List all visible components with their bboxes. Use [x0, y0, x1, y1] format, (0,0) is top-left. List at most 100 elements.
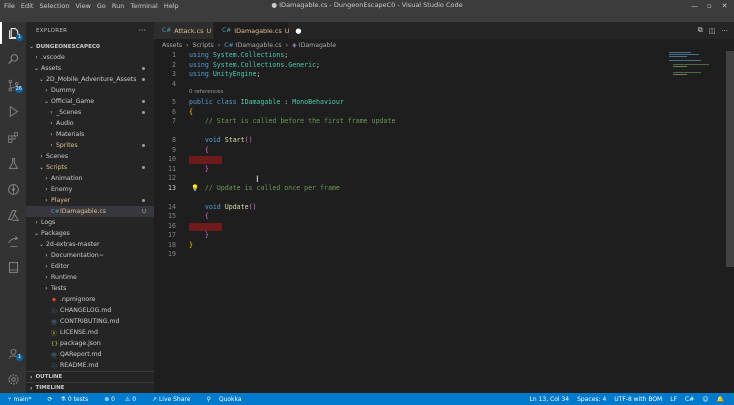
- code-line[interactable]: void Update(): [189, 203, 257, 213]
- tree-folder[interactable]: › Dummy: [26, 85, 154, 96]
- cursor-position[interactable]: Ln 13, Col 34: [530, 396, 570, 403]
- live-share-icon[interactable]: [0, 230, 26, 252]
- problems-item[interactable]: ⊗ 0 ⚠ 0: [104, 396, 144, 403]
- more-actions-icon[interactable]: ···: [721, 27, 728, 35]
- tree-folder[interactable]: ⌄ Scripts: [26, 162, 154, 173]
- code-line[interactable]: using UnityEngine;: [189, 70, 260, 80]
- tree-folder[interactable]: ⌄ Official_Game: [26, 96, 154, 107]
- git-branch-item[interactable]: ⑂ main*: [8, 396, 40, 403]
- menu-file[interactable]: File: [4, 2, 15, 10]
- breadcrumb-item[interactable]: Assets: [162, 42, 182, 49]
- tree-file[interactable]: ⓘ CHANGELOG.md: [26, 305, 154, 316]
- gitlens-icon[interactable]: [0, 178, 26, 200]
- code-line[interactable]: {: [189, 212, 209, 222]
- code-line[interactable]: {: [189, 146, 209, 156]
- tree-folder[interactable]: ⌄ 2d-extras-master: [26, 239, 154, 250]
- tree-file[interactable]: ⓚ LICENSE.md: [26, 327, 154, 338]
- tree-folder[interactable]: › Logs: [26, 217, 154, 228]
- code-token: // Start is called before the first fram…: [204, 117, 396, 125]
- remote-explorer-icon[interactable]: [0, 256, 26, 278]
- tree-folder[interactable]: ⌄ Packages: [26, 228, 154, 239]
- menu-go[interactable]: Go: [97, 2, 106, 10]
- tree-file[interactable]: {} package.json: [26, 338, 154, 349]
- encoding[interactable]: UTF-8 with BOM: [614, 396, 662, 403]
- tree-folder[interactable]: › Sprites: [26, 140, 154, 151]
- code-line[interactable]: {: [189, 108, 193, 118]
- tree-folder[interactable]: ⌄ Assets: [26, 63, 154, 74]
- flask-icon[interactable]: ⚲: [206, 396, 210, 403]
- timeline-label: TIMELINE: [35, 385, 65, 391]
- tree-file[interactable]: Ⓜ QAReport.md: [26, 349, 154, 360]
- minimize-button[interactable]: —: [687, 2, 702, 10]
- feedback-icon[interactable]: ☺: [702, 396, 708, 403]
- breadcrumb-item[interactable]: Scripts: [193, 42, 214, 49]
- tree-folder[interactable]: › Documentation~: [26, 250, 154, 261]
- more-actions-icon[interactable]: ···: [138, 26, 146, 35]
- tree-folder[interactable]: › Player: [26, 195, 154, 206]
- tree-folder[interactable]: › .vscode: [26, 52, 154, 63]
- tree-folder[interactable]: › Materials: [26, 129, 154, 140]
- code-line[interactable]: }: [189, 165, 209, 175]
- tree-file[interactable]: ◆ .npmignore: [26, 294, 154, 305]
- sync-icon[interactable]: ⟳: [48, 396, 53, 403]
- code-line[interactable]: }: [189, 231, 209, 241]
- minimap[interactable]: [669, 51, 719, 81]
- accounts-icon[interactable]: 1: [0, 342, 26, 364]
- split-editor-icon[interactable]: ◫: [709, 27, 716, 35]
- tree-folder[interactable]: › Runtime: [26, 272, 154, 283]
- workspace-root[interactable]: ⌄ DUNGEONESCAPEC0: [26, 41, 154, 52]
- code-line[interactable]: using System.Collections;: [189, 51, 292, 61]
- unsaved-dot-icon[interactable]: ●: [295, 27, 301, 35]
- code-editor[interactable]: 0 references 💡 I 1 using System.Collectio…: [154, 51, 734, 393]
- breadcrumb-item[interactable]: IDamagable.cs: [236, 42, 282, 49]
- close-window-button[interactable]: ✕: [717, 2, 732, 10]
- breadcrumb-item[interactable]: IDamagable: [299, 42, 336, 49]
- code-line[interactable]: void Start(): [189, 136, 253, 146]
- menu-help[interactable]: Help: [164, 2, 179, 10]
- end-of-line[interactable]: LF: [670, 396, 677, 403]
- menu-edit[interactable]: Edit: [21, 2, 34, 10]
- timeline-section[interactable]: › TIMELINE: [26, 382, 154, 393]
- outline-section[interactable]: › OUTLINE: [26, 371, 154, 382]
- language-mode[interactable]: C#: [685, 396, 694, 403]
- azure-icon[interactable]: [0, 204, 26, 226]
- indentation[interactable]: Spaces: 4: [577, 396, 606, 403]
- tree-folder[interactable]: › Animation: [26, 173, 154, 184]
- tree-folder[interactable]: › _Scenes: [26, 107, 154, 118]
- search-icon[interactable]: [0, 48, 26, 70]
- notifications-icon[interactable]: 🔔: [717, 396, 724, 403]
- gear-icon[interactable]: [0, 368, 26, 390]
- tab-idamagable-cs[interactable]: C# IDamagable.cs U ●: [214, 22, 302, 39]
- vertical-scrollbar[interactable]: [726, 51, 734, 267]
- restore-button[interactable]: ▫: [702, 2, 717, 10]
- source-control-icon[interactable]: 26: [0, 74, 26, 96]
- tree-file[interactable]: Ⓜ CONTRIBUTING.md: [26, 316, 154, 327]
- testing-icon[interactable]: [0, 152, 26, 174]
- menu-terminal[interactable]: Terminal: [130, 2, 157, 10]
- extensions-icon[interactable]: [0, 126, 26, 148]
- menu-run[interactable]: Run: [112, 2, 124, 10]
- open-changes-icon[interactable]: ⧉: [698, 26, 703, 35]
- tree-folder[interactable]: › Tests: [26, 283, 154, 294]
- menu-view[interactable]: View: [75, 2, 90, 10]
- tree-folder[interactable]: › Audio: [26, 118, 154, 129]
- explorer-icon[interactable]: 1: [0, 22, 26, 44]
- tree-folder[interactable]: › Enemy: [26, 184, 154, 195]
- tree-folder[interactable]: ⌄ 2D_Mobile_Adventure_Assets: [26, 74, 154, 85]
- tab-attack-cs[interactable]: C# Attack.cs U: [154, 22, 214, 39]
- code-line[interactable]: }: [189, 241, 193, 251]
- tree-file[interactable]: ⓘ README.md: [26, 360, 154, 371]
- code-line[interactable]: using System.Collections.Generic;: [189, 61, 320, 71]
- code-line[interactable]: public class IDamagable : MonoBehaviour: [189, 98, 344, 108]
- code-lens-references[interactable]: 0 references: [189, 89, 223, 95]
- tree-folder[interactable]: › Editor: [26, 261, 154, 272]
- live-share-item[interactable]: ↗ Live Share: [152, 396, 198, 403]
- tests-item[interactable]: ⚗ 0 tests: [61, 396, 97, 403]
- menu-selection[interactable]: Selection: [39, 2, 69, 10]
- tree-file[interactable]: C# IDamagable.cs U: [26, 206, 154, 217]
- code-line[interactable]: // Start is called before the first fram…: [189, 117, 396, 127]
- tree-folder[interactable]: › Scenes: [26, 151, 154, 162]
- quokka-item[interactable]: Quokka: [219, 396, 242, 403]
- run-debug-icon[interactable]: [0, 100, 26, 122]
- code-line[interactable]: // Update is called once per frame: [189, 184, 340, 194]
